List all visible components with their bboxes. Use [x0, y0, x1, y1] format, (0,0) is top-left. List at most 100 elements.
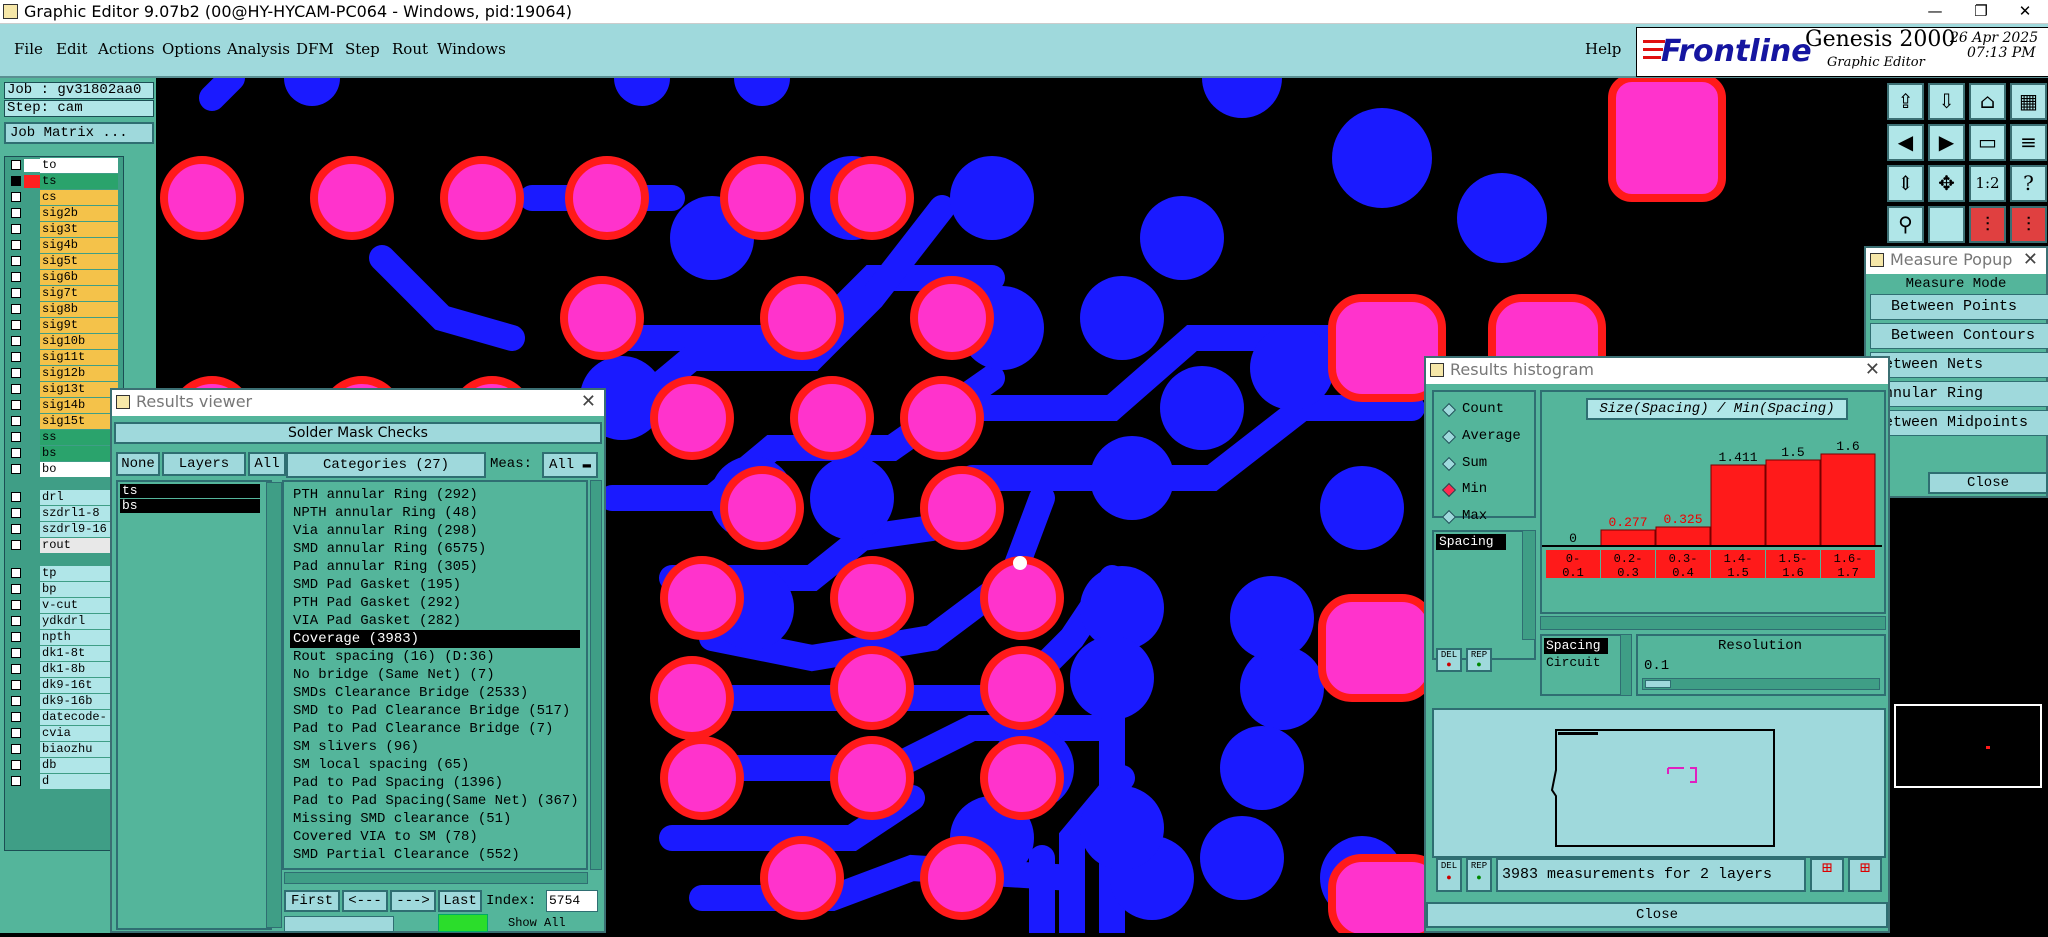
close-icon[interactable]: ✕: [2023, 248, 2038, 272]
menu-windows[interactable]: Windows: [437, 40, 506, 58]
layer-name[interactable]: sig3t: [40, 222, 118, 237]
layer-name[interactable]: datecode-: [40, 710, 118, 725]
layer-color-swatch[interactable]: [24, 743, 40, 756]
layer-checkbox[interactable]: [11, 432, 21, 442]
histogram-bar[interactable]: [1655, 526, 1711, 547]
radio-max[interactable]: Max: [1434, 505, 1487, 527]
menu-dfm[interactable]: DFM: [296, 40, 334, 58]
rep-button-2[interactable]: REP ●: [1466, 858, 1492, 892]
layer-checkbox[interactable]: [11, 744, 21, 754]
category-scrollbar[interactable]: [590, 480, 602, 870]
tool-save-icon[interactable]: ⇩: [1928, 83, 1965, 120]
layer-checkbox[interactable]: [11, 712, 21, 722]
layers-none-button[interactable]: None: [116, 452, 160, 476]
layer-checkbox[interactable]: [11, 304, 21, 314]
attr-field-item[interactable]: Circuit: [1544, 655, 1608, 671]
layer-checkbox[interactable]: [11, 160, 21, 170]
category-item[interactable]: Pad to Pad Spacing (1396): [290, 774, 580, 792]
layer-checkbox[interactable]: [11, 616, 21, 626]
layer-name[interactable]: sig13t: [40, 382, 118, 397]
layer-checkbox[interactable]: [11, 384, 21, 394]
layer-color-swatch[interactable]: [24, 223, 40, 236]
tool-grid-icon[interactable]: ▦: [2010, 83, 2047, 120]
category-item[interactable]: SMDs Clearance Bridge (2533): [290, 684, 580, 702]
menu-rout[interactable]: Rout: [392, 40, 428, 58]
category-item[interactable]: Pad to Pad Spacing(Same Net) (367): [290, 792, 580, 810]
tool-load-icon[interactable]: ⇪: [1887, 83, 1924, 120]
layer-color-swatch[interactable]: [24, 615, 40, 628]
layer-checkbox[interactable]: [11, 728, 21, 738]
layer-color-swatch[interactable]: [24, 207, 40, 220]
tool-ratio-icon[interactable]: 1:2: [1969, 165, 2006, 202]
last-button[interactable]: Last: [438, 890, 482, 912]
layer-color-swatch[interactable]: [24, 631, 40, 644]
close-window-button[interactable]: ✕: [2002, 0, 2048, 24]
mode-between-contours[interactable]: Between Contours: [1870, 323, 2048, 349]
show-all-checkbox[interactable]: Show All: [508, 916, 566, 930]
layer-name[interactable]: ydkdrl: [40, 614, 118, 629]
layer-color-swatch[interactable]: [24, 567, 40, 580]
layer-name[interactable]: szdrl9-16: [40, 522, 118, 537]
category-item[interactable]: SM slivers (96): [290, 738, 580, 756]
layer-color-swatch[interactable]: [24, 695, 40, 708]
attr-field-scrollbar[interactable]: [1620, 634, 1632, 696]
layer-checkbox[interactable]: [11, 584, 21, 594]
tool-measure-icon[interactable]: ⚲: [1887, 206, 1924, 243]
layer-checkbox[interactable]: [11, 524, 21, 534]
layer-name[interactable]: biaozhu: [40, 742, 118, 757]
layer-name[interactable]: sig8b: [40, 302, 118, 317]
layer-checkbox[interactable]: [11, 648, 21, 658]
layer-name[interactable]: sig7t: [40, 286, 118, 301]
prev-button[interactable]: <---: [342, 890, 388, 912]
layer-name[interactable]: drl: [40, 490, 118, 505]
layer-name[interactable]: dk9-16b: [40, 694, 118, 709]
layer-checkbox[interactable]: [11, 600, 21, 610]
next-button[interactable]: --->: [390, 890, 436, 912]
layer-name[interactable]: npth: [40, 630, 118, 645]
layer-checkbox[interactable]: [11, 664, 21, 674]
layer-row-cs[interactable]: cs: [8, 190, 128, 205]
layer-color-swatch[interactable]: [24, 599, 40, 612]
restore-button[interactable]: ❐: [1958, 0, 2004, 24]
layer-color-swatch[interactable]: [24, 351, 40, 364]
layer-checkbox[interactable]: [11, 416, 21, 426]
layer-name[interactable]: cs: [40, 190, 118, 205]
tool-back-icon[interactable]: ◀: [1887, 124, 1924, 161]
meas-select[interactable]: All ▬: [542, 452, 598, 478]
menu-help[interactable]: Help: [1585, 40, 1621, 58]
category-item[interactable]: Covered VIA to SM (78): [290, 828, 580, 846]
resolution-slider[interactable]: [1642, 678, 1880, 690]
layer-color-swatch[interactable]: [24, 583, 40, 596]
menu-options[interactable]: Options: [162, 40, 221, 58]
attr-scrollbar[interactable]: [1522, 530, 1536, 640]
layer-name[interactable]: cvia: [40, 726, 118, 741]
layer-name[interactable]: bo: [40, 462, 118, 477]
layer-checkbox[interactable]: [11, 192, 21, 202]
layer-color-swatch[interactable]: [24, 491, 40, 504]
layer-checkbox[interactable]: [11, 320, 21, 330]
layer-checkbox[interactable]: [11, 696, 21, 706]
category-item[interactable]: SMD Pad Gasket (195): [290, 576, 580, 594]
tool-zoom-icon[interactable]: ✥: [1928, 165, 1965, 202]
resolution-slider-thumb[interactable]: [1645, 680, 1671, 688]
layer-checkbox[interactable]: [11, 760, 21, 770]
layer-row-sig4b[interactable]: sig4b: [8, 238, 128, 253]
layer-row-ts[interactable]: ts: [8, 174, 128, 189]
radio-min[interactable]: Min: [1434, 478, 1487, 500]
tool-net-icon[interactable]: ⫶: [1969, 206, 2006, 243]
del-button[interactable]: DEL ●: [1436, 648, 1462, 672]
tool-net2-icon[interactable]: ⫶: [2010, 206, 2047, 243]
layer-color-swatch[interactable]: [24, 507, 40, 520]
layer-checkbox[interactable]: [11, 508, 21, 518]
export2-icon[interactable]: ⊞: [1848, 858, 1882, 892]
layer-color-swatch[interactable]: [24, 431, 40, 444]
layers-all-button[interactable]: All: [248, 452, 286, 476]
tool-snap-icon[interactable]: ≡: [2010, 124, 2047, 161]
layer-checkbox[interactable]: [11, 176, 21, 186]
close-icon[interactable]: ✕: [1865, 358, 1880, 382]
chart-hscrollbar[interactable]: [1540, 616, 1886, 630]
layer-name[interactable]: sig12b: [40, 366, 118, 381]
layer-color-swatch[interactable]: [24, 463, 40, 476]
radio-sum[interactable]: Sum: [1434, 452, 1487, 474]
category-item[interactable]: Rout spacing (16) (D:36): [290, 648, 580, 666]
